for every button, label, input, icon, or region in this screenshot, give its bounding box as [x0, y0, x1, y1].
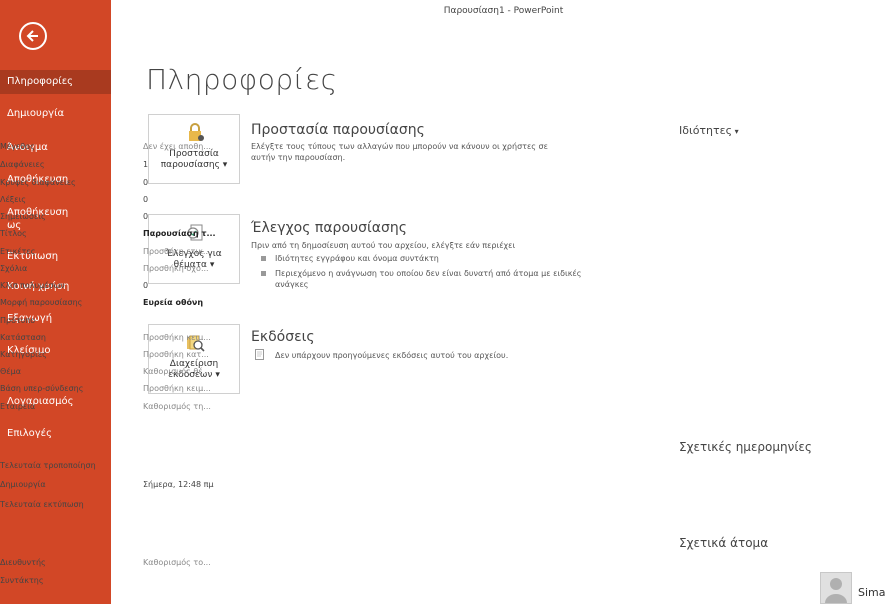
related-people-heading: Σχετικά άτομα	[679, 536, 769, 550]
property-label: Τίτλος	[0, 229, 27, 238]
property-row: Σημειώσεις 0	[0, 212, 217, 226]
people-row: Συντάκτης	[0, 576, 217, 590]
properties-heading[interactable]: Ιδιότητες ▾	[679, 124, 739, 137]
author-avatar[interactable]	[820, 572, 852, 604]
date-row: Δημιουργία Σήμερα, 12:48 πμ	[0, 480, 217, 494]
date-row: Τελευταία τροποποίηση	[0, 461, 217, 475]
versions-description: Δεν υπάρχουν προηγούμενες εκδόσεις αυτού…	[275, 351, 509, 360]
property-label: Βάση υπερ-σύνδεσης	[0, 384, 84, 393]
property-label: Κρυφές διαφάνειες	[0, 178, 76, 187]
sidebar-item-info[interactable]: Πληροφορίες	[0, 70, 111, 94]
property-value[interactable]: Προσθήκη κατ...	[143, 350, 217, 359]
property-value[interactable]: Δεν έχει αποθη...	[143, 142, 217, 151]
property-label: Διευθυντής	[0, 558, 46, 567]
property-row: Σχόλια Προσθήκη σχό...	[0, 264, 217, 278]
property-value[interactable]: Προσθήκη σχό...	[143, 264, 217, 273]
property-label: Κατηγορίες	[0, 350, 47, 359]
lock-key-icon	[189, 123, 204, 141]
property-value[interactable]: Προσθήκη κειμ...	[143, 384, 217, 393]
property-value[interactable]: Προσθήκη ετικ...	[143, 247, 217, 256]
property-label: Τελευταία τροποποίηση	[0, 461, 96, 470]
protect-title: Προστασία παρουσίασης	[251, 122, 425, 138]
property-value: 0	[143, 212, 149, 221]
property-row: Μέγεθος Δεν έχει αποθη...	[0, 142, 217, 156]
property-label: Διαφάνειες	[0, 160, 45, 169]
author-name[interactable]: Sima	[858, 586, 886, 599]
property-label: Εταιρεία	[0, 402, 36, 411]
people-row: Διευθυντής Καθορισμός το...	[0, 558, 217, 572]
property-label: Μέγεθος	[0, 142, 35, 151]
property-row: Θέμα Καθορισμός θέ...	[0, 367, 217, 381]
property-value: Ευρεία οθόνη	[143, 298, 204, 307]
property-label: Ετικέτες	[0, 247, 36, 256]
related-dates-heading: Σχετικές ημερομηνίες	[679, 440, 812, 454]
property-row: Κατάσταση Προσθήκη κειμ...	[0, 333, 217, 347]
sidebar-item-options[interactable]: Επιλογές	[0, 427, 111, 440]
property-value: 0	[143, 178, 149, 187]
person-icon	[825, 578, 847, 603]
property-value: Σήμερα, 12:48 πμ	[143, 480, 214, 489]
property-row: Διαφάνειες 1	[0, 160, 217, 174]
property-label: Συντάκτης	[0, 576, 44, 585]
property-row: Λέξεις 0	[0, 195, 217, 209]
property-row: Κατηγορίες Προσθήκη κατ...	[0, 350, 217, 364]
property-row: Κλιπ πολυμέσων 0	[0, 281, 217, 295]
back-arrow-icon	[26, 30, 38, 42]
property-label: Σημειώσεις	[0, 212, 46, 221]
property-label: Θέμα	[0, 367, 21, 376]
chevron-down-icon: ▾	[732, 127, 739, 136]
property-row: Εταιρεία Καθορισμός τη...	[0, 402, 217, 416]
property-label: Δημιουργία	[0, 480, 46, 489]
property-label: Μορφή παρουσίασης	[0, 298, 83, 307]
property-value[interactable]: Προσθήκη κειμ...	[143, 333, 217, 342]
versions-title: Εκδόσεις	[251, 329, 315, 345]
property-value[interactable]: Καθορισμός θέ...	[143, 367, 217, 376]
protect-description-2: αυτήν την παρουσίαση.	[251, 153, 346, 162]
dropdown-arrow-icon: ▾	[219, 160, 228, 170]
sidebar-item-new[interactable]: Δημιουργία	[0, 107, 111, 120]
property-label: Σχόλια	[0, 264, 28, 273]
property-row: Τίτλος Παρουσίαση τ...	[0, 229, 217, 243]
inspect-bullet-properties: Ιδιότητες εγγράφου και όνομα συντάκτη	[261, 254, 439, 263]
property-label: Κλιπ πολυμέσων	[0, 281, 65, 290]
property-label: Κατάσταση	[0, 333, 46, 342]
back-button[interactable]	[19, 22, 47, 50]
property-value: 0	[143, 195, 149, 204]
page-title: Πληροφορίες	[146, 63, 338, 96]
property-value[interactable]: Καθορισμός τη...	[143, 402, 217, 411]
property-value: 0	[143, 281, 149, 290]
property-row: Μορφή παρουσίασης Ευρεία οθόνη	[0, 298, 217, 312]
inspect-bullet-accessibility: Περιεχόμενο η ανάγνωση του οποίου δεν εί…	[260, 269, 582, 278]
inspect-description: Πριν από τη δημοσίευση αυτού του αρχείου…	[251, 241, 516, 250]
window-title: Παρουσίαση1 - PowerPoint	[443, 6, 564, 16]
inspect-title: Έλεγχος παρουσίασης	[251, 220, 407, 236]
date-row: Τελευταία εκτύπωση	[0, 500, 217, 514]
property-row: Πρότυπο	[0, 316, 217, 330]
protect-description-1: Ελέγξτε τους τύπους των αλλαγών που μπορ…	[251, 142, 548, 151]
property-label: Λέξεις	[0, 195, 26, 204]
property-row: Κρυφές διαφάνειες 0	[0, 178, 217, 192]
property-row: Ετικέτες Προσθήκη ετικ...	[0, 247, 217, 261]
inspect-bullet-accessibility-cont: ανάγκες	[275, 280, 309, 289]
property-value: Παρουσίαση τ...	[143, 229, 216, 238]
property-value: 1	[143, 160, 149, 169]
property-value[interactable]: Καθορισμός το...	[143, 558, 217, 567]
property-label: Τελευταία εκτύπωση	[0, 500, 84, 509]
document-icon	[255, 349, 264, 360]
property-label: Πρότυπο	[0, 316, 36, 325]
property-row: Βάση υπερ-σύνδεσης Προσθήκη κειμ...	[0, 384, 217, 398]
